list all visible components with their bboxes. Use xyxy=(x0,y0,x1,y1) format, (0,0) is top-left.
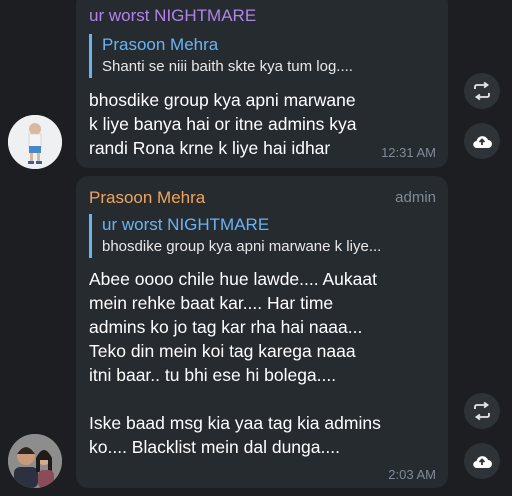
user-avatar[interactable] xyxy=(8,115,62,169)
reply-sender-name: Prasoon Mehra xyxy=(102,35,219,54)
repeat-arrows-icon xyxy=(474,401,490,421)
forward-button[interactable] xyxy=(464,393,500,429)
message-text: Abee oooo chile hue lawde.... Aukaat mei… xyxy=(89,269,381,457)
admin-badge: admin xyxy=(395,189,436,206)
share-button[interactable] xyxy=(464,123,500,159)
message-bubble[interactable]: Prasoon Mehra admin ur worst NIGHTMARE b… xyxy=(76,176,448,488)
cloud-upload-icon xyxy=(473,136,492,149)
sender-name[interactable]: ur worst NIGHTMARE xyxy=(89,6,256,26)
reply-text: bhosdike group kya apni marwane k liye..… xyxy=(102,238,382,255)
message-time: 12:31 AM xyxy=(381,145,436,160)
reply-quote[interactable]: ur worst NIGHTMARE bhosdike group kya ap… xyxy=(89,214,434,258)
message-time: 2:03 AM xyxy=(388,467,436,482)
repeat-arrows-icon xyxy=(474,81,490,101)
child-figure-icon xyxy=(8,115,62,169)
message-bubble[interactable]: ur worst NIGHTMARE Prasoon Mehra Shanti … xyxy=(76,0,448,168)
reply-text: Shanti se niii baith skte kya tum log...… xyxy=(102,58,353,75)
sender-name[interactable]: Prasoon Mehra xyxy=(89,188,205,208)
cloud-upload-icon xyxy=(473,456,492,469)
share-button[interactable] xyxy=(464,443,500,479)
user-avatar[interactable] xyxy=(8,434,62,488)
forward-button[interactable] xyxy=(464,73,500,109)
couple-photo-icon xyxy=(8,434,62,488)
reply-sender-name: ur worst NIGHTMARE xyxy=(102,215,270,234)
reply-quote[interactable]: Prasoon Mehra Shanti se niii baith skte … xyxy=(89,34,429,78)
message-text: bhosdike group kya apni marwane k liye b… xyxy=(89,90,357,158)
